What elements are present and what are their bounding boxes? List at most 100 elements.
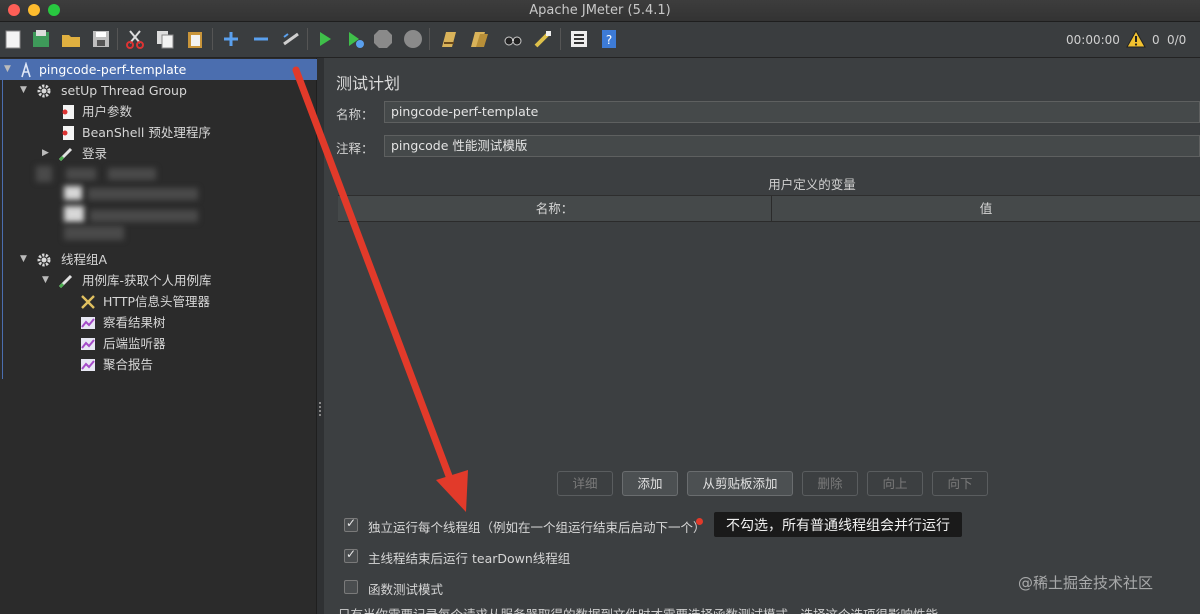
- tree-item-label: HTTP信息头管理器: [103, 294, 210, 309]
- stop-icon[interactable]: [372, 28, 394, 50]
- listener-icon: [80, 336, 96, 352]
- tree-item-label: pingcode-perf-template: [39, 62, 187, 77]
- preprocessor-icon: [60, 104, 76, 120]
- open-icon[interactable]: [60, 28, 82, 50]
- redacted-icon: [36, 166, 52, 182]
- panel-splitter[interactable]: [317, 58, 324, 614]
- help-icon[interactable]: ?: [598, 28, 620, 50]
- redacted-text: [64, 206, 84, 222]
- tree-item-label: 察看结果树: [103, 315, 166, 330]
- redacted-text: [88, 188, 198, 200]
- tree-item-thread-group-a[interactable]: ▼ 线程组A: [0, 249, 317, 270]
- delete-button[interactable]: 删除: [802, 471, 858, 496]
- tree-item-backend-listener[interactable]: 后端监听器: [0, 333, 317, 354]
- start-icon[interactable]: [314, 28, 336, 50]
- expand-arrow-icon[interactable]: ▼: [20, 80, 30, 101]
- clear-all-icon[interactable]: [468, 28, 490, 50]
- search-icon[interactable]: [502, 28, 524, 50]
- gear-icon: [36, 83, 52, 99]
- teardown-label: 主线程结束后运行 tearDown线程组: [368, 551, 571, 566]
- column-header-name[interactable]: 名称：: [338, 196, 772, 222]
- detail-button[interactable]: 详细: [557, 471, 613, 496]
- tree-item-case-library[interactable]: ▼ 用例库-获取个人用例库: [0, 270, 317, 291]
- templates-icon[interactable]: [30, 28, 52, 50]
- functional-mode-label: 函数测试模式: [368, 582, 444, 597]
- name-label: 名称：: [336, 107, 374, 122]
- preprocessor-icon: [60, 125, 76, 141]
- reset-search-icon[interactable]: [532, 28, 554, 50]
- tree-item-label: setUp Thread Group: [61, 83, 187, 98]
- window-title: Apache JMeter (5.4.1): [529, 3, 671, 18]
- new-icon[interactable]: [2, 28, 24, 50]
- redacted-text: [90, 210, 198, 222]
- shutdown-icon[interactable]: [402, 28, 424, 50]
- warning-icon[interactable]: [1126, 29, 1146, 48]
- listener-icon: [80, 357, 96, 373]
- collapsed-arrow-icon[interactable]: ▶: [42, 143, 52, 164]
- elapsed-timer: 00:00:00: [1066, 33, 1120, 47]
- paste-icon[interactable]: [184, 28, 206, 50]
- add-from-clipboard-button[interactable]: 从剪贴板添加: [687, 471, 793, 496]
- clear-icon[interactable]: [438, 28, 460, 50]
- toolbar: ? 00:00:00 0 0/0: [0, 22, 1200, 58]
- toggle-icon[interactable]: [280, 28, 302, 50]
- start-no-pause-icon[interactable]: [344, 28, 366, 50]
- cut-icon[interactable]: [124, 28, 146, 50]
- annotation-tooltip: 不勾选，所有普通线程组会并行运行: [714, 512, 962, 537]
- expand-icon[interactable]: [220, 28, 242, 50]
- tree-item-test-plan[interactable]: ▼ pingcode-perf-template: [0, 59, 317, 80]
- column-header-value[interactable]: 值: [772, 196, 1200, 222]
- tree-item-login[interactable]: ▶ 登录: [0, 143, 317, 164]
- tree-item-aggregate-report[interactable]: 聚合报告: [0, 354, 317, 375]
- watermark: @稀土掘金技术社区: [1018, 574, 1154, 592]
- expand-arrow-icon[interactable]: ▼: [4, 59, 14, 80]
- svg-text:?: ?: [606, 33, 612, 47]
- table-header: 名称： 值: [338, 196, 1200, 222]
- gear-icon: [36, 252, 52, 268]
- move-up-button[interactable]: 向上: [867, 471, 923, 496]
- tree-item-http-header-manager[interactable]: HTTP信息头管理器: [0, 291, 317, 312]
- tree-item-beanshell-preprocessor[interactable]: BeanShell 预处理程序: [0, 122, 317, 143]
- warning-count: 0: [1152, 33, 1160, 47]
- redacted-text: [64, 226, 124, 240]
- tree-item-label: 用户参数: [82, 104, 133, 119]
- name-field[interactable]: pingcode-perf-template: [384, 101, 1200, 123]
- tree-item-label: 登录: [82, 146, 108, 161]
- test-plan-icon: [18, 62, 34, 78]
- save-icon[interactable]: [90, 28, 112, 50]
- functional-mode-hint: 只有当你需要记录每个请求从服务器取得的数据到文件时才需要选择函数测试模式。选择这…: [338, 604, 951, 614]
- tree-item-setup-thread-group[interactable]: ▼ setUp Thread Group: [0, 80, 317, 101]
- expand-arrow-icon[interactable]: ▼: [42, 270, 52, 291]
- copy-icon[interactable]: [154, 28, 176, 50]
- tree-item-label: 用例库-获取个人用例库: [82, 273, 212, 288]
- controller-icon: [58, 146, 74, 162]
- active-threads-count: 0/0: [1167, 33, 1187, 47]
- expand-arrow-icon[interactable]: ▼: [20, 249, 30, 270]
- annotation-dot: [696, 518, 703, 525]
- add-button[interactable]: 添加: [622, 471, 678, 496]
- tree-item-user-params[interactable]: 用户参数: [0, 101, 317, 122]
- tools-icon: [80, 294, 96, 310]
- functional-mode-checkbox[interactable]: [344, 580, 358, 594]
- udv-title: 用户定义的变量: [768, 177, 856, 192]
- comment-label: 注释：: [336, 141, 374, 156]
- tree-item-label: 后端监听器: [103, 336, 166, 351]
- panel-title: 测试计划: [336, 74, 401, 93]
- tree-item-label: BeanShell 预处理程序: [82, 125, 211, 140]
- tree-item-label: 线程组A: [61, 252, 108, 267]
- splitter-handle-icon[interactable]: [319, 402, 322, 416]
- test-plan-tree: ▼ pingcode-perf-template ▼ setUp Thread …: [0, 58, 317, 614]
- redacted-text: [64, 186, 82, 200]
- redacted-text: [108, 168, 156, 180]
- serialize-checkbox[interactable]: [344, 516, 358, 532]
- serialize-label: 独立运行每个线程组（例如在一个组运行结束后启动下一个）: [368, 520, 706, 535]
- controller-icon: [58, 273, 74, 289]
- user-defined-variables-table[interactable]: 名称： 值: [338, 195, 1200, 463]
- teardown-checkbox[interactable]: [344, 547, 358, 563]
- function-helper-icon[interactable]: [568, 28, 590, 50]
- move-down-button[interactable]: 向下: [932, 471, 988, 496]
- comment-field[interactable]: pingcode 性能测试模版: [384, 135, 1200, 157]
- collapse-icon[interactable]: [250, 28, 272, 50]
- redacted-text: [66, 168, 96, 180]
- tree-item-view-results-tree[interactable]: 察看结果树: [0, 312, 317, 333]
